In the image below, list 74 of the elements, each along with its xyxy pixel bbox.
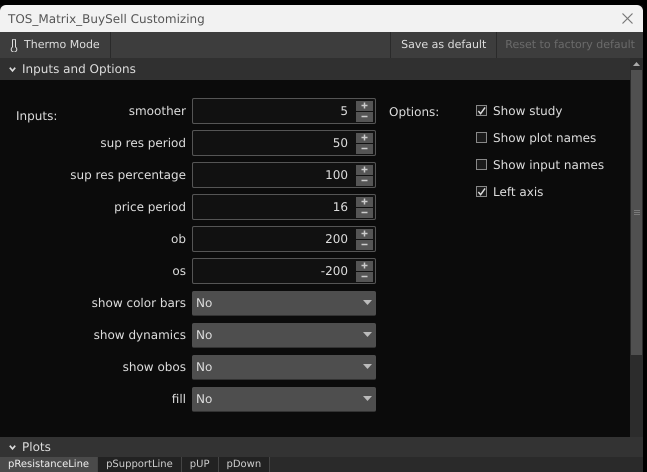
input-label: fill — [170, 391, 187, 408]
caret-icon — [363, 396, 372, 401]
plus-icon — [361, 102, 368, 109]
input-label: sup res period — [99, 135, 187, 152]
number-field[interactable]: 50 — [192, 130, 376, 156]
number-field[interactable]: 200 — [192, 226, 376, 252]
number-field[interactable]: 16 — [192, 194, 376, 220]
number-field[interactable]: 5 — [192, 98, 376, 124]
option-label: Show plot names — [493, 130, 596, 146]
close-icon — [622, 13, 632, 24]
section-header[interactable]: Inputs and Options — [0, 58, 630, 80]
check-icon — [477, 106, 486, 116]
increment-button[interactable] — [356, 260, 373, 270]
plot-tab[interactable]: pUP — [182, 457, 218, 472]
dropdown[interactable]: No — [192, 354, 376, 380]
plus-icon — [361, 230, 368, 237]
minus-icon — [361, 179, 368, 182]
number-field[interactable]: 100 — [192, 162, 376, 188]
increment-button[interactable] — [356, 196, 373, 206]
decrement-button[interactable] — [356, 272, 373, 282]
increment-button[interactable] — [356, 132, 373, 142]
checkbox[interactable] — [476, 159, 487, 170]
increment-button[interactable] — [356, 164, 373, 174]
plot-tab[interactable]: pSupportLine — [98, 457, 182, 472]
thermometer-icon — [10, 38, 18, 52]
decrement-button[interactable] — [356, 176, 373, 186]
decrement-button[interactable] — [356, 240, 373, 250]
input-label: price period — [113, 199, 187, 216]
plus-icon — [361, 262, 368, 269]
plus-icon — [361, 134, 368, 141]
checkbox[interactable] — [476, 132, 487, 143]
dropdown[interactable]: No — [192, 386, 376, 412]
section-header[interactable]: Plots — [0, 437, 643, 457]
option-label: Show input names — [493, 156, 604, 174]
input-label: show color bars — [90, 295, 187, 312]
plus-icon — [361, 198, 368, 205]
scrollbar[interactable] — [630, 58, 643, 437]
checkbox[interactable] — [476, 105, 487, 116]
decrement-button[interactable] — [356, 208, 373, 218]
caret-icon — [363, 332, 372, 337]
option-label: Show study — [493, 102, 562, 120]
plus-icon — [361, 166, 368, 173]
plot-tab[interactable]: pResistanceLine — [0, 457, 98, 472]
input-label: show obos — [122, 359, 187, 376]
minus-icon — [361, 147, 368, 150]
checkbox[interactable] — [476, 186, 487, 197]
input-label: ob — [170, 231, 187, 248]
close-button[interactable] — [619, 10, 635, 26]
caret-icon — [363, 300, 372, 305]
scroll-up-icon — [633, 62, 640, 66]
decrement-button[interactable] — [356, 112, 373, 122]
increment-button[interactable] — [356, 100, 373, 110]
options-heading: Options: — [389, 104, 440, 121]
number-field[interactable]: -200 — [192, 258, 376, 284]
dropdown[interactable]: No — [192, 290, 376, 316]
minus-icon — [361, 275, 368, 278]
caret-icon — [363, 364, 372, 369]
window-title: TOS_Matrix_BuySell Customizing — [8, 10, 205, 28]
dropdown[interactable]: No — [192, 322, 376, 348]
decrement-button[interactable] — [356, 144, 373, 154]
minus-icon — [361, 243, 368, 246]
minus-icon — [361, 211, 368, 214]
input-label: show dynamics — [92, 327, 187, 344]
check-icon — [477, 186, 486, 196]
increment-button[interactable] — [356, 228, 373, 238]
inputs-heading: Inputs: — [16, 109, 58, 123]
plot-tab[interactable]: pDown — [218, 457, 270, 472]
scroll-thumb[interactable] — [631, 70, 642, 355]
minus-icon — [361, 115, 368, 118]
grip-icon — [634, 210, 640, 215]
option-label: Left axis — [493, 184, 544, 200]
input-label: smoother — [128, 103, 187, 120]
input-label: sup res percentage — [70, 167, 187, 184]
input-label: os — [171, 263, 187, 280]
